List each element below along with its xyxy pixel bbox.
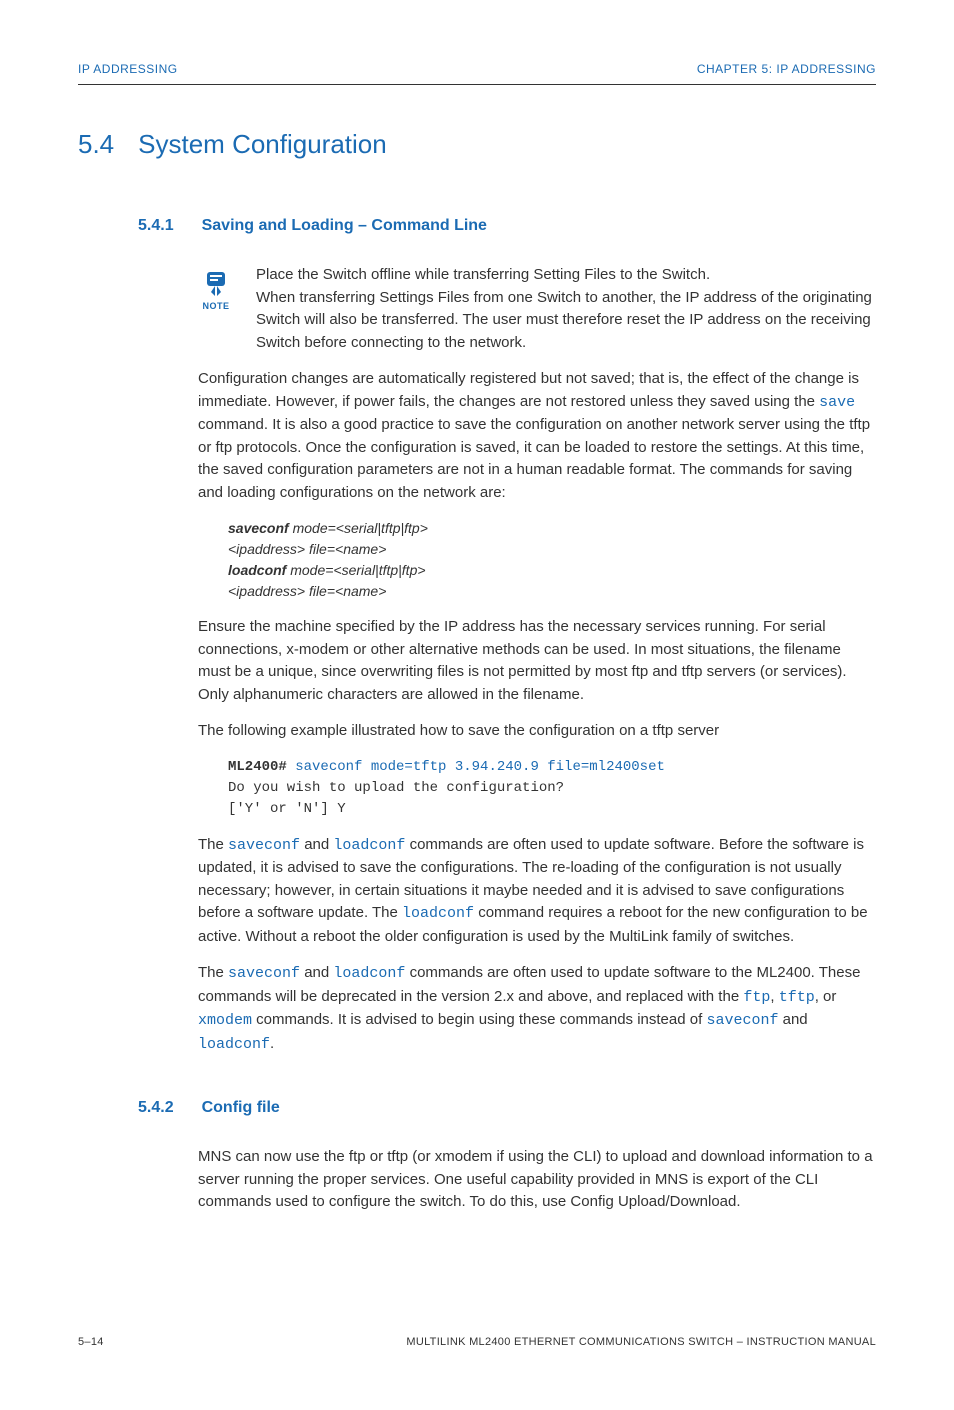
note-icon: NOTE — [198, 264, 234, 354]
section-number: 5.4 — [78, 125, 114, 164]
header-right: CHAPTER 5: IP ADDRESSING — [697, 60, 876, 78]
header-left: IP ADDRESSING — [78, 60, 178, 78]
command-syntax-block: saveconf mode=<serial|tftp|ftp> <ipaddre… — [228, 518, 876, 602]
section-title: System Configuration — [138, 125, 387, 164]
note-line1: Place the Switch offline while transferr… — [256, 264, 876, 287]
loadconf-keyword: loadconf — [228, 562, 286, 578]
section-heading: 5.4 System Configuration — [78, 125, 876, 164]
paragraph-deprecated: The saveconf and loadconf commands are o… — [198, 962, 876, 1056]
page-footer: 5–14 MULTILINK ML2400 ETHERNET COMMUNICA… — [78, 1334, 876, 1351]
saveconf-keyword: saveconf — [228, 520, 289, 536]
subsection-number: 5.4.2 — [138, 1096, 174, 1120]
terminal-output-2: ['Y' or 'N'] Y — [228, 799, 876, 820]
subsection-title: Saving and Loading – Command Line — [202, 214, 487, 238]
terminal-output-1: Do you wish to upload the configuration? — [228, 778, 876, 799]
paragraph-config-changes: Configuration changes are automatically … — [198, 368, 876, 504]
note-line2: When transferring Settings Files from on… — [256, 287, 876, 355]
paragraph-update-software: The saveconf and loadconf commands are o… — [198, 834, 876, 949]
save-command: save — [819, 394, 855, 411]
paragraph-ensure-services: Ensure the machine specified by the IP a… — [198, 616, 876, 706]
note-block: NOTE Place the Switch offline while tran… — [198, 264, 876, 354]
paragraph-example-intro: The following example illustrated how to… — [198, 720, 876, 743]
subsection-heading-542: 5.4.2 Config file — [138, 1096, 876, 1120]
page-header: IP ADDRESSING CHAPTER 5: IP ADDRESSING — [78, 60, 876, 78]
subsection-number: 5.4.1 — [138, 214, 174, 238]
header-rule — [78, 84, 876, 85]
terminal-command: saveconf mode=tftp 3.94.240.9 file=ml240… — [287, 759, 665, 775]
subsection-title: Config file — [202, 1096, 280, 1120]
footer-title: MULTILINK ML2400 ETHERNET COMMUNICATIONS… — [406, 1334, 876, 1351]
terminal-prompt: ML2400# — [228, 759, 287, 775]
paragraph-mns: MNS can now use the ftp or tftp (or xmod… — [198, 1146, 876, 1214]
terminal-example: ML2400# saveconf mode=tftp 3.94.240.9 fi… — [228, 757, 876, 820]
footer-page-number: 5–14 — [78, 1334, 104, 1351]
note-text: Place the Switch offline while transferr… — [256, 264, 876, 354]
note-label: NOTE — [198, 300, 234, 314]
subsection-heading-541: 5.4.1 Saving and Loading – Command Line — [138, 214, 876, 238]
